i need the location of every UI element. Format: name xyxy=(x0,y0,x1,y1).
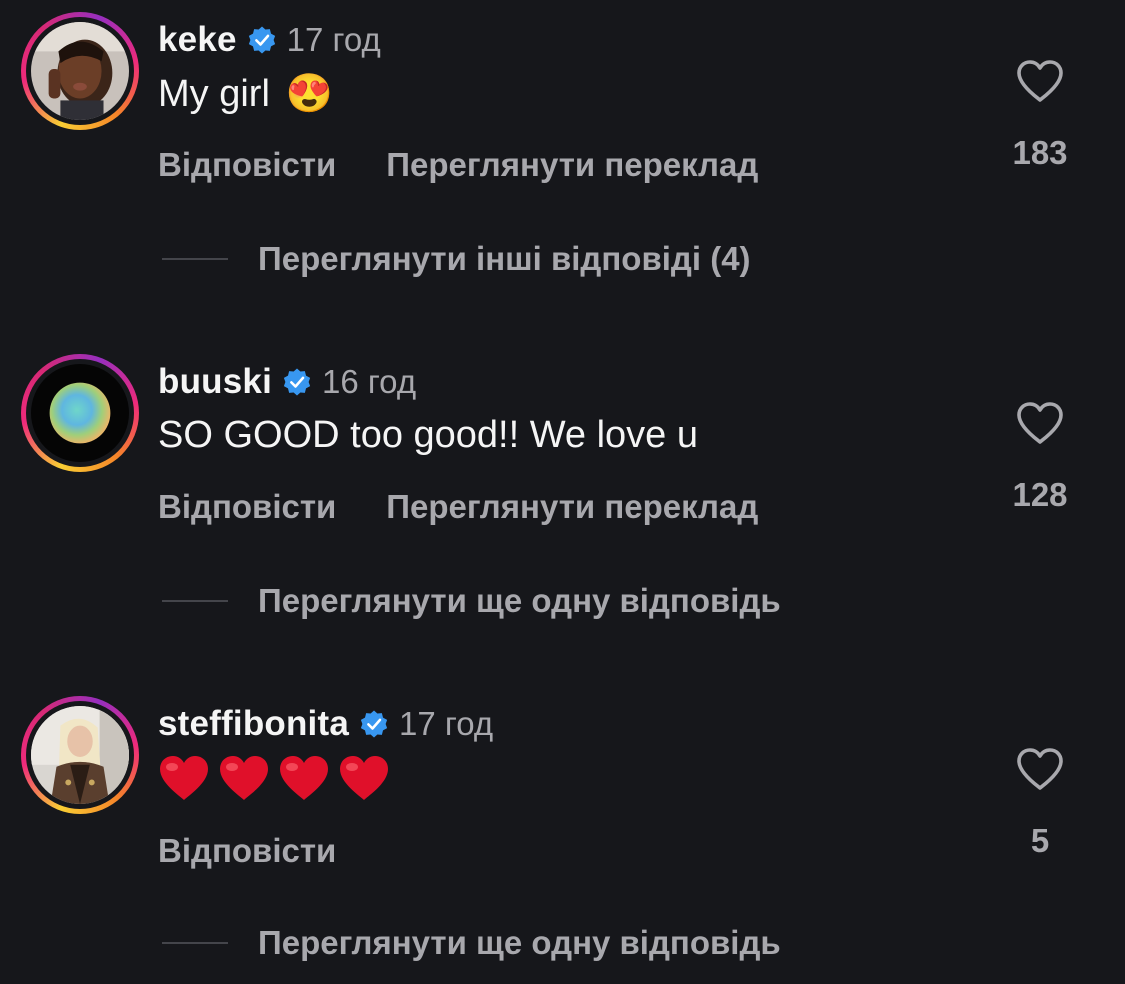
reply-button[interactable]: Відповісти xyxy=(158,488,336,526)
heart-outline-icon[interactable] xyxy=(1015,746,1065,792)
red-heart-emoji xyxy=(218,754,270,802)
see-translation-button[interactable]: Переглянути переклад xyxy=(386,488,758,526)
like-area: 128 xyxy=(1000,400,1080,514)
comment-body: SO GOOD too good!! We love u xyxy=(158,414,698,456)
view-more-replies-button[interactable]: Переглянути ще одну відповідь xyxy=(162,924,781,962)
username[interactable]: steffibonita xyxy=(158,704,349,744)
view-more-replies-button[interactable]: Переглянути інші відповіді (4) xyxy=(162,240,751,278)
reply-button[interactable]: Відповісти xyxy=(158,146,336,184)
like-count: 5 xyxy=(1030,822,1050,859)
verified-badge-icon xyxy=(247,25,277,55)
avatar[interactable] xyxy=(31,364,129,462)
story-ring[interactable] xyxy=(21,354,139,472)
timestamp: 16 год xyxy=(322,363,417,400)
view-more-replies-label: Переглянути ще одну відповідь xyxy=(258,582,781,619)
comment-buuski: buuski 16 год SO GOOD too good!! We love… xyxy=(0,342,1125,642)
like-area: 183 xyxy=(1000,58,1080,172)
like-count: 183 xyxy=(1012,134,1068,171)
heart-outline-icon[interactable] xyxy=(1015,58,1065,104)
comment-steffibonita: steffibonita 17 год ❤️❤️❤️❤️ Відповісти xyxy=(0,684,1125,984)
verified-badge-icon xyxy=(359,709,389,739)
reply-button[interactable]: Відповісти xyxy=(158,832,336,870)
comment-text: SO GOOD too good!! We love u xyxy=(158,414,698,457)
username[interactable]: buuski xyxy=(158,362,272,402)
avatar[interactable] xyxy=(31,706,129,804)
divider xyxy=(162,258,228,260)
view-more-replies-button[interactable]: Переглянути ще одну відповідь xyxy=(162,582,781,620)
comment-text: My girl 😍 xyxy=(158,72,333,116)
red-heart-emoji xyxy=(278,754,330,802)
story-ring[interactable] xyxy=(21,696,139,814)
comment-text: ❤️❤️❤️❤️ xyxy=(158,754,398,802)
divider xyxy=(162,600,228,602)
timestamp: 17 год xyxy=(286,21,381,58)
avatar[interactable] xyxy=(31,22,129,120)
comment-body: My girl xyxy=(158,72,270,115)
comment-keke: keke 17 год My girl 😍 Відповісти Перегля… xyxy=(0,0,1125,300)
story-ring[interactable] xyxy=(21,12,139,130)
see-translation-button[interactable]: Переглянути переклад xyxy=(386,146,758,184)
verified-badge-icon xyxy=(282,367,312,397)
heart-outline-icon[interactable] xyxy=(1015,400,1065,446)
heart-eyes-emoji: 😍 xyxy=(285,73,334,115)
username[interactable]: keke xyxy=(158,20,237,60)
red-heart-emoji xyxy=(338,754,390,802)
timestamp: 17 год xyxy=(399,705,494,742)
like-count: 128 xyxy=(1012,476,1068,513)
like-area: 5 xyxy=(1000,746,1080,860)
divider xyxy=(162,942,228,944)
view-more-replies-label: Переглянути інші відповіді (4) xyxy=(258,240,751,277)
view-more-replies-label: Переглянути ще одну відповідь xyxy=(258,924,781,961)
red-heart-emoji xyxy=(158,754,210,802)
